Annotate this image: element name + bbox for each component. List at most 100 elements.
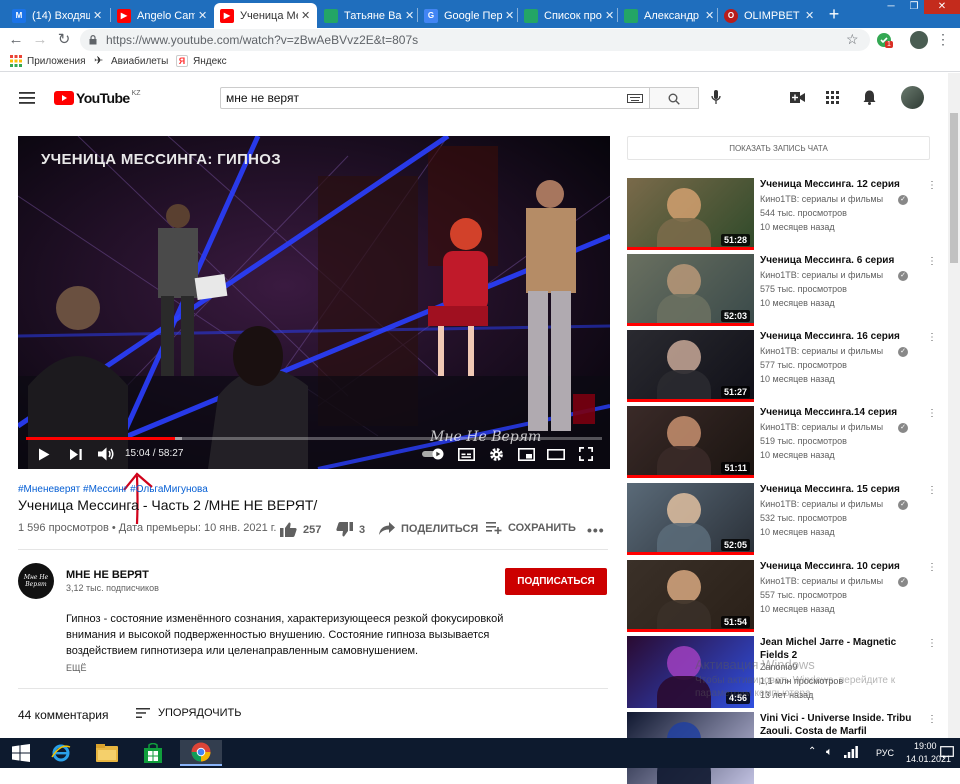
theater-mode-button[interactable] (546, 445, 566, 463)
start-button[interactable] (2, 740, 40, 766)
subscribe-button[interactable]: ПОДПИСАТЬСЯ (505, 568, 607, 595)
video-thumbnail[interactable]: 52:03 (627, 254, 754, 326)
minimize-window-button[interactable]: ─ (878, 0, 904, 14)
clock-date[interactable]: 14.01.2021 (906, 754, 951, 764)
tab-google-translate[interactable]: G Google Переводчик ✕ (418, 3, 521, 28)
fullscreen-button[interactable] (576, 445, 596, 463)
channel-name[interactable]: МНЕ НЕ ВЕРЯТ (66, 569, 149, 581)
extension-icon[interactable]: 1 (876, 32, 893, 48)
tab-tatiane[interactable]: Татьяне Васильевне ✕ (318, 3, 421, 28)
close-icon[interactable]: ✕ (198, 9, 208, 22)
tab-angelo[interactable]: ▶ Angelo Camassa ✕ (111, 3, 214, 28)
recommendation-item[interactable]: 52:03 Ученица Мессинга. 6 серия Кино1ТВ: с… (627, 254, 947, 326)
show-chat-replay-button[interactable]: ПОКАЗАТЬ ЗАПИСЬ ЧАТА (627, 136, 930, 160)
bookmark-apps[interactable]: Приложения (10, 55, 86, 67)
bookmark-flights[interactable]: ✈ Авиабилеты (94, 55, 168, 67)
clock-time[interactable]: 19:00 (914, 741, 937, 751)
tray-chevron-icon[interactable]: ⌃ (808, 746, 816, 757)
address-bar[interactable]: https://www.youtube.com/watch?v=zBwAeBVv… (80, 29, 870, 51)
more-options-icon[interactable]: ⋮ (927, 638, 937, 649)
volume-button[interactable] (96, 445, 116, 463)
browser-menu-icon[interactable]: ⋮ (936, 31, 950, 48)
miniplayer-button[interactable] (516, 445, 536, 463)
back-button[interactable]: ← (6, 30, 26, 50)
recommendation-item[interactable]: 52:05 Ученица Мессинга. 15 серия Кино1ТВ: … (627, 483, 947, 555)
play-button[interactable] (36, 445, 52, 463)
next-button[interactable] (68, 445, 84, 463)
page-scrollbar[interactable] (948, 73, 960, 738)
forward-button[interactable]: → (30, 30, 50, 50)
recommendation-item[interactable]: 51:11 Ученица Мессинга.14 серия Кино1ТВ: с… (627, 406, 947, 478)
close-icon[interactable]: ✕ (805, 9, 815, 22)
recommendation-item[interactable]: 51:54 Ученица Мессинга. 10 серия Кино1ТВ: … (627, 560, 947, 632)
tab-program-list[interactable]: Список программ ✕ (518, 3, 621, 28)
close-icon[interactable]: ✕ (505, 9, 515, 22)
microphone-icon[interactable] (711, 90, 721, 105)
profile-avatar[interactable] (910, 31, 928, 49)
video-thumbnail[interactable]: 51:54 (627, 560, 754, 632)
subtitles-button[interactable] (456, 445, 476, 463)
more-options-icon[interactable]: ⋮ (927, 714, 937, 725)
search-input[interactable] (226, 91, 616, 105)
more-options-icon[interactable]: ⋮ (927, 485, 937, 496)
restore-window-button[interactable]: ❐ (904, 0, 924, 14)
taskbar-file-explorer[interactable] (88, 740, 126, 766)
hamburger-menu-icon[interactable] (19, 92, 35, 104)
more-options-icon[interactable]: ⋮ (927, 256, 937, 267)
video-thumbnail[interactable]: 52:05 (627, 483, 754, 555)
star-icon[interactable]: ☆ (846, 31, 859, 48)
youtube-logo[interactable]: YouTube KZ (54, 90, 141, 106)
reload-button[interactable]: ↻ (54, 30, 74, 50)
more-actions-icon[interactable]: ••• (587, 522, 605, 538)
apps-icon[interactable] (826, 91, 839, 104)
share-button[interactable]: ПОДЕЛИТЬСЯ (379, 522, 478, 535)
channel-avatar[interactable]: Мне Не Верят (18, 563, 54, 599)
tab-title: Список программ (544, 9, 602, 22)
close-icon[interactable]: ✕ (705, 9, 715, 22)
save-button[interactable]: СОХРАНИТЬ (486, 522, 576, 534)
close-icon[interactable]: ✕ (301, 9, 311, 22)
recommendation-title: Ученица Мессинга. 16 серия (760, 331, 900, 342)
like-button[interactable]: 257 (280, 522, 321, 537)
tab-olimpbet[interactable]: O OLIMPBET - C ✕ (718, 3, 821, 28)
taskbar-chrome[interactable] (180, 740, 222, 766)
video-thumbnail[interactable]: 51:11 (627, 406, 754, 478)
show-more-button[interactable]: ЕЩЁ (66, 663, 86, 673)
sort-comments-button[interactable]: УПОРЯДОЧИТЬ (136, 707, 241, 719)
speaker-icon[interactable]: 🔈︎ (826, 746, 833, 759)
taskbar-internet-explorer[interactable] (42, 740, 80, 766)
recommendation-title: Ученица Мессинга. 10 серия (760, 561, 900, 572)
dislike-button[interactable]: 3 (336, 522, 365, 537)
taskbar-store[interactable] (134, 740, 172, 766)
close-window-button[interactable]: ✕ (924, 0, 960, 14)
more-options-icon[interactable]: ⋮ (927, 332, 937, 343)
notifications-bell-icon[interactable] (863, 90, 876, 105)
video-hashtags[interactable]: #Мненеверят #Мессинг #ОльгаМигунова (18, 484, 208, 495)
close-icon[interactable]: ✕ (605, 9, 615, 22)
tab-messinga[interactable]: ▶ Ученица Мессинга ✕ (214, 3, 317, 28)
input-language[interactable]: РУС (876, 748, 894, 758)
more-options-icon[interactable]: ⋮ (927, 408, 937, 419)
new-tab-button[interactable]: + (822, 3, 846, 25)
bookmark-yandex[interactable]: Я Яндекс (176, 55, 227, 67)
recommendation-item[interactable]: 51:28 Ученица Мессинга. 12 серия Кино1ТВ: … (627, 178, 947, 250)
search-button[interactable] (650, 87, 699, 109)
close-icon[interactable]: ✕ (405, 9, 415, 22)
settings-button[interactable] (486, 445, 506, 463)
tab-alexander[interactable]: Александр Г. ✕ (618, 3, 721, 28)
autoplay-toggle[interactable] (422, 445, 446, 463)
video-player[interactable]: УЧЕНИЦА МЕССИНГА: ГИПНОЗ Мне Не Верят 15… (18, 136, 610, 469)
keyboard-icon[interactable] (627, 94, 643, 103)
close-icon[interactable]: ✕ (93, 9, 103, 22)
more-options-icon[interactable]: ⋮ (927, 562, 937, 573)
tab-inbox[interactable]: M (14) Входящие ✕ (6, 3, 109, 28)
scrollbar-thumb[interactable] (950, 113, 958, 263)
more-options-icon[interactable]: ⋮ (927, 180, 937, 191)
progress-bar[interactable] (26, 437, 602, 440)
account-avatar[interactable] (901, 86, 924, 109)
video-thumbnail[interactable]: 51:27 (627, 330, 754, 402)
create-video-icon[interactable] (790, 92, 805, 103)
video-thumbnail[interactable]: 51:28 (627, 178, 754, 250)
network-icon[interactable] (844, 746, 858, 758)
recommendation-item[interactable]: 51:27 Ученица Мессинга. 16 серия Кино1ТВ: … (627, 330, 947, 402)
